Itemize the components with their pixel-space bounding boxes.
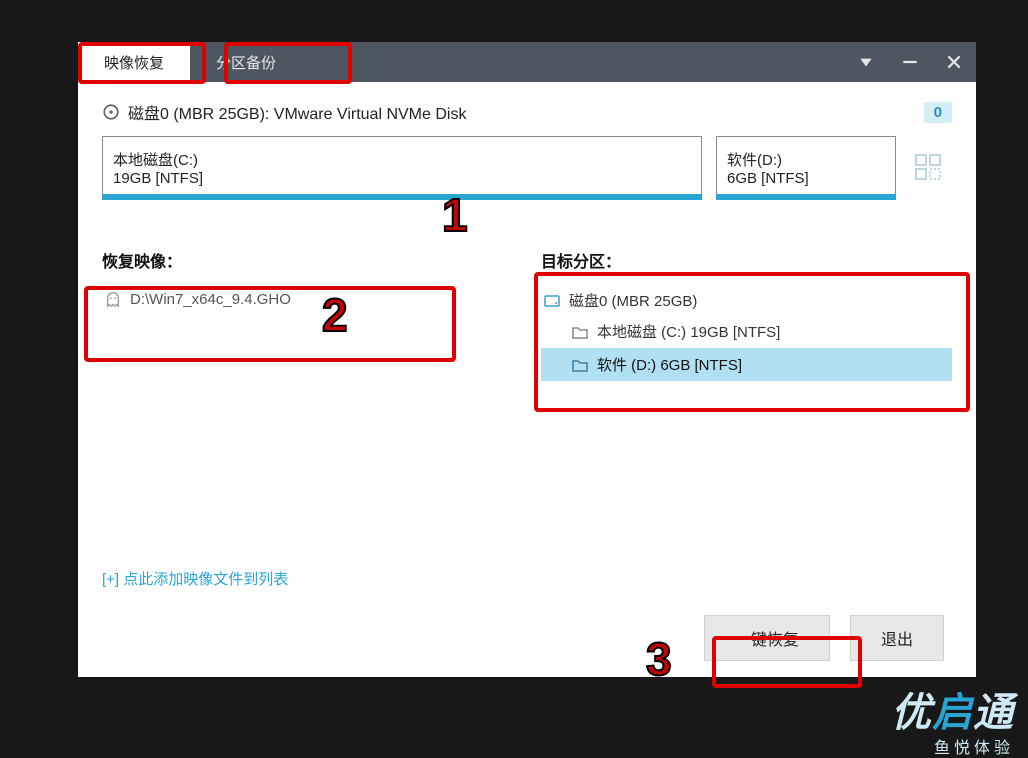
partition-bar: 本地磁盘(C:) 19GB [NTFS] 软件(D:) 6GB [NTFS]	[102, 136, 952, 200]
brand-char-2: 启	[932, 691, 973, 735]
exit-button[interactable]: 退出	[850, 615, 944, 661]
footer-buttons: 一键恢复 退出	[102, 615, 952, 661]
content-area: 磁盘0 (MBR 25GB): VMware Virtual NVMe Disk…	[78, 82, 976, 677]
partition-d[interactable]: 软件(D:) 6GB [NTFS]	[716, 136, 896, 200]
panels: 恢复映像： D:\Win7_x64c_9.4.GHO [+] 点此添加映像文件到…	[102, 248, 952, 615]
brand-char-1: 优	[891, 691, 932, 735]
one-click-restore-button[interactable]: 一键恢复	[704, 615, 830, 661]
brand-logo: 优启通 鱼悦体验	[891, 680, 1014, 758]
disk-icon	[102, 103, 120, 121]
gho-file-path: D:\Win7_x64c_9.4.GHO	[130, 291, 291, 308]
partition-c[interactable]: 本地磁盘(C:) 19GB [NTFS]	[102, 136, 702, 200]
partition-c-name: 本地磁盘(C:)	[113, 149, 691, 170]
disk-summary: 磁盘0 (MBR 25GB): VMware Virtual NVMe Disk…	[102, 100, 952, 124]
brand-char-3: 通	[973, 691, 1014, 735]
titlebar: 映像恢复 分区备份	[78, 42, 976, 82]
app-window: 映像恢复 分区备份 磁盘0 (MBR 25GB): VMware Virtual…	[78, 42, 976, 677]
triangle-down-icon	[857, 53, 875, 71]
add-image-link[interactable]: [+] 点此添加映像文件到列表	[102, 568, 513, 589]
minimize-icon	[901, 53, 919, 71]
close-icon	[945, 53, 963, 71]
folder-icon	[571, 356, 589, 374]
restore-image-title: 恢复映像：	[102, 248, 513, 272]
partition-d-name: 软件(D:)	[727, 149, 885, 170]
disk-label: 磁盘0 (MBR 25GB): VMware Virtual NVMe Disk	[128, 100, 466, 124]
target-partition-panel: 目标分区： 磁盘0 (MBR 25GB) 本地磁盘 (C:) 19GB [NTF…	[541, 248, 952, 615]
brand-subtitle: 鱼悦体验	[891, 734, 1014, 758]
tab-image-restore[interactable]: 映像恢复	[78, 42, 190, 82]
unallocated-icon	[914, 153, 944, 183]
tree-disk-root-label: 磁盘0 (MBR 25GB)	[569, 290, 697, 311]
tree-partition-d-label: 软件 (D:) 6GB [NTFS]	[597, 354, 742, 375]
restore-image-panel: 恢复映像： D:\Win7_x64c_9.4.GHO [+] 点此添加映像文件到…	[102, 248, 513, 615]
target-partition-title: 目标分区：	[541, 248, 952, 272]
tree-disk-root[interactable]: 磁盘0 (MBR 25GB)	[541, 286, 952, 315]
disk-index-badge: 0	[924, 102, 952, 123]
ghost-icon	[104, 290, 122, 308]
gho-file-row[interactable]: D:\Win7_x64c_9.4.GHO	[102, 286, 513, 312]
tree-partition-c[interactable]: 本地磁盘 (C:) 19GB [NTFS]	[541, 315, 952, 348]
minimize-button[interactable]	[888, 42, 932, 82]
partition-d-size: 6GB [NTFS]	[727, 170, 885, 187]
unallocated-space[interactable]	[910, 136, 948, 200]
tab-partition-backup[interactable]: 分区备份	[190, 42, 302, 82]
dropdown-button[interactable]	[844, 42, 888, 82]
folder-icon	[571, 323, 589, 341]
drive-icon	[543, 292, 561, 310]
partition-c-size: 19GB [NTFS]	[113, 170, 691, 187]
tree-partition-c-label: 本地磁盘 (C:) 19GB [NTFS]	[597, 321, 780, 342]
close-button[interactable]	[932, 42, 976, 82]
tree-partition-d[interactable]: 软件 (D:) 6GB [NTFS]	[541, 348, 952, 381]
